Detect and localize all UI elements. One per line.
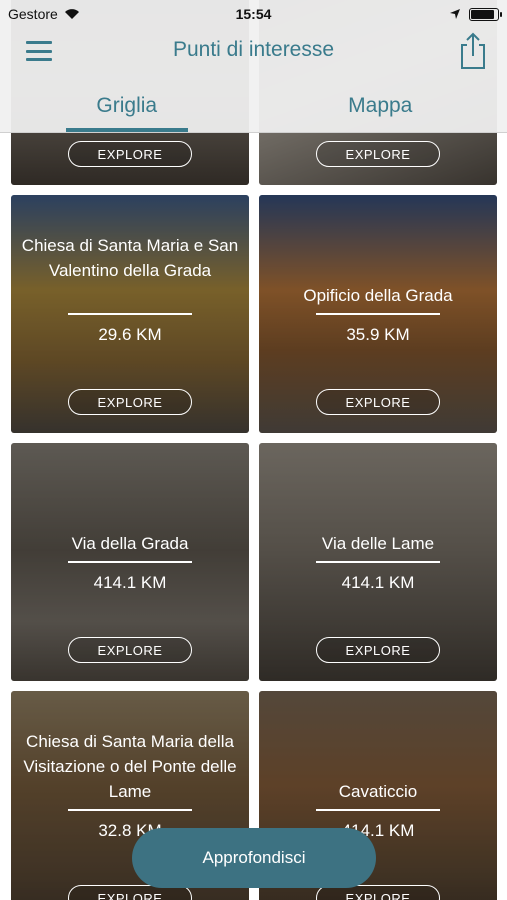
page-title: Punti di interesse	[172, 38, 335, 61]
card-title: Via della Grada	[71, 534, 189, 553]
card-divider	[68, 313, 192, 315]
card-title: Cavaticcio	[338, 782, 418, 801]
carrier-name: Gestore	[8, 6, 58, 22]
explore-button[interactable]: EXPLORE	[316, 389, 440, 415]
card-distance: 414.1 KM	[93, 573, 167, 592]
share-icon	[461, 32, 485, 69]
poi-card[interactable]: Via della Grada 414.1 KM EXPLORE	[11, 443, 249, 681]
explore-button[interactable]: EXPLORE	[68, 389, 192, 415]
explore-button[interactable]: EXPLORE	[316, 141, 440, 167]
card-divider	[316, 313, 440, 315]
card-distance: 414.1 KM	[341, 573, 415, 592]
active-tab-indicator	[66, 128, 188, 132]
card-distance: 35.9 KM	[346, 325, 410, 344]
poi-grid[interactable]: EXPLORE EXPLORE Chiesa di Santa Maria e …	[0, 0, 507, 900]
explore-button[interactable]: EXPLORE	[68, 141, 192, 167]
card-title: Opificio della Grada	[303, 286, 453, 305]
location-arrow-icon	[450, 9, 460, 19]
card-title: Chiesa di Santa Maria della Visitazione …	[23, 732, 237, 801]
card-divider	[316, 561, 440, 563]
explore-button[interactable]: EXPLORE	[68, 637, 192, 663]
poi-card[interactable]: Via delle Lame 414.1 KM EXPLORE	[259, 443, 497, 681]
poi-card[interactable]: Chiesa di Santa Maria e San Valentino de…	[11, 195, 249, 433]
tab-mappa[interactable]: Mappa	[254, 88, 507, 132]
poi-card[interactable]: Opificio della Grada 35.9 KM EXPLORE	[259, 195, 497, 433]
wifi-icon	[64, 9, 79, 19]
card-divider	[68, 561, 192, 563]
battery-icon	[469, 7, 502, 21]
segment-tabs: Griglia Mappa	[0, 88, 507, 132]
approfondisci-button[interactable]: Approfondisci	[132, 828, 376, 888]
card-divider	[68, 809, 192, 811]
card-title: Chiesa di Santa Maria e San Valentino de…	[21, 236, 239, 280]
card-divider	[316, 809, 440, 811]
share-button[interactable]	[457, 32, 489, 70]
tab-griglia[interactable]: Griglia	[0, 88, 254, 132]
card-title: Via delle Lame	[321, 534, 435, 553]
status-bar: Gestore 15:54	[0, 0, 507, 28]
explore-button[interactable]: EXPLORE	[316, 637, 440, 663]
card-distance: 29.6 KM	[98, 325, 162, 344]
